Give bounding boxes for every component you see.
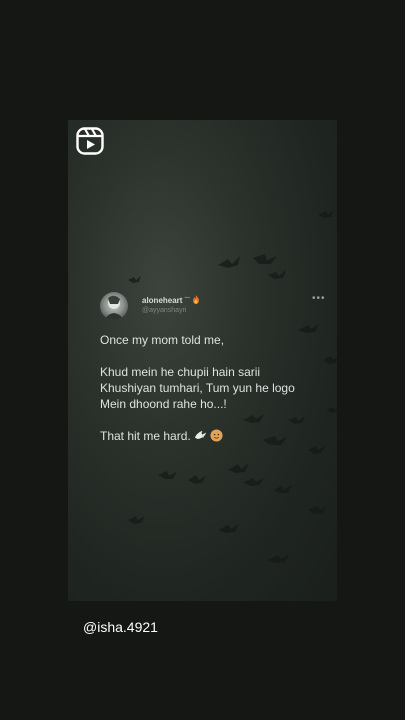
more-options-icon[interactable]: •••	[312, 293, 326, 304]
post-line: That hit me hard.	[100, 429, 191, 443]
creator-watermark[interactable]: @isha.4921	[83, 619, 158, 635]
dove-emoji-icon	[194, 430, 207, 439]
post-username[interactable]: aloneheart ˘˘	[142, 295, 200, 305]
post-text: Once my mom told me, Khud mein he chupii…	[100, 332, 332, 444]
post-handle: @ayyanshayri	[142, 307, 187, 314]
post-line: Khushiyan tumhari, Tum yun he logo	[100, 381, 295, 395]
quoted-post-card: aloneheart ˘˘ @ayyanshayri ••• Once my m…	[100, 292, 330, 443]
status-marks: ˘˘	[184, 296, 193, 305]
reels-icon[interactable]	[76, 127, 104, 155]
avatar-image	[104, 295, 124, 320]
post-line: Khud mein he chupii hain sarii	[100, 365, 261, 379]
post-line: Mein dhoond rahe ho...!	[100, 397, 227, 411]
reel-screen: aloneheart ˘˘ @ayyanshayri ••• Once my m…	[0, 0, 405, 720]
post-header: aloneheart ˘˘ @ayyanshayri •••	[100, 292, 330, 322]
post-last-line: That hit me hard.	[100, 428, 332, 444]
smiling-face-emoji-icon	[210, 429, 223, 442]
username-text: aloneheart	[142, 296, 183, 305]
post-line: Once my mom told me,	[100, 333, 225, 347]
fire-emoji-icon	[193, 295, 200, 304]
avatar[interactable]	[100, 292, 128, 320]
